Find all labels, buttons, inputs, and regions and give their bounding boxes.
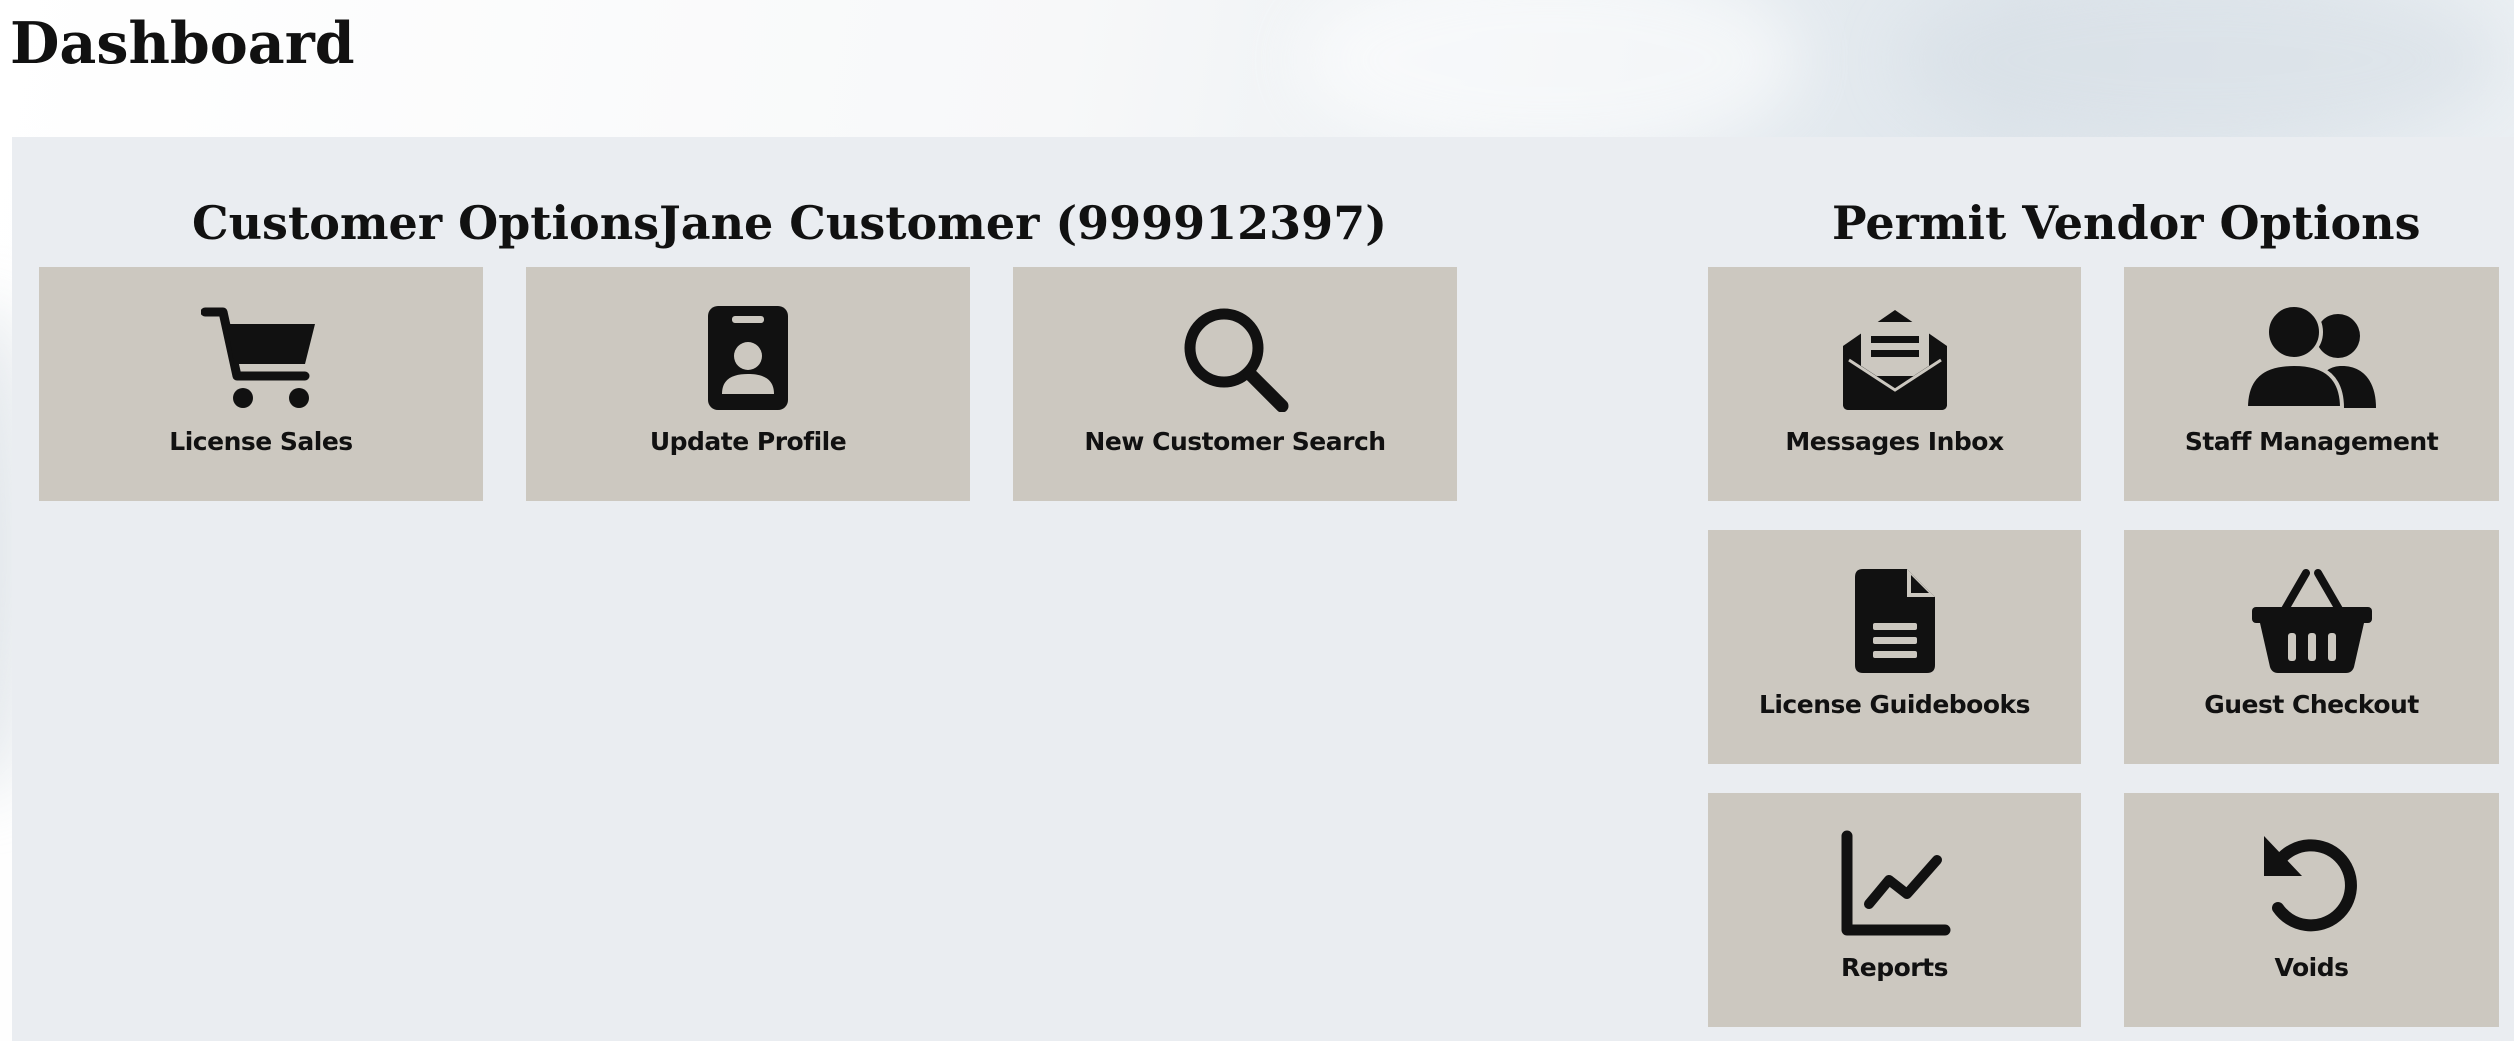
update-profile-button[interactable]: Update Profile [526, 267, 970, 501]
new-customer-search-button[interactable]: New Customer Search [1013, 267, 1457, 501]
license-guidebooks-button[interactable]: License Guidebooks [1708, 530, 2081, 764]
guest-checkout-button[interactable]: Guest Checkout [2124, 530, 2499, 764]
tile-label: License Sales [169, 427, 353, 456]
tile-label: Voids [2274, 953, 2349, 982]
background-cloud [1300, 0, 1800, 160]
tile-label: Reports [1841, 953, 1948, 982]
staff-management-button[interactable]: Staff Management [2124, 267, 2499, 501]
permit-vendor-options-heading: Permit Vendor Options [1832, 196, 2421, 250]
tile-label: Messages Inbox [1785, 427, 2004, 456]
customer-options-heading: Customer Options [192, 196, 660, 250]
current-customer-name: Jane Customer (999912397) [659, 196, 1387, 250]
background-cloud [1900, 0, 2500, 150]
reports-button[interactable]: Reports [1708, 793, 2081, 1027]
envelope-open-icon [1842, 310, 1947, 410]
line-chart-icon [1841, 830, 1950, 936]
tile-label: Staff Management [2184, 427, 2439, 456]
id-badge-icon [708, 306, 788, 410]
users-icon [2243, 304, 2376, 410]
messages-inbox-button[interactable]: Messages Inbox [1708, 267, 2081, 501]
license-sales-button[interactable]: License Sales [39, 267, 483, 501]
undo-icon [2263, 836, 2357, 932]
magnifying-glass-icon [1184, 308, 1289, 412]
document-icon [1854, 569, 1935, 673]
tile-label: Guest Checkout [2204, 690, 2419, 719]
tile-label: Update Profile [649, 427, 847, 456]
voids-button[interactable]: Voids [2124, 793, 2499, 1027]
shopping-cart-icon [201, 307, 315, 408]
page-title: Dashboard [10, 10, 355, 77]
tile-label: New Customer Search [1084, 427, 1386, 456]
basket-icon [2251, 569, 2372, 673]
dashboard-panel: Customer Options Jane Customer (99991239… [12, 137, 2514, 1041]
tile-label: License Guidebooks [1758, 690, 2031, 719]
